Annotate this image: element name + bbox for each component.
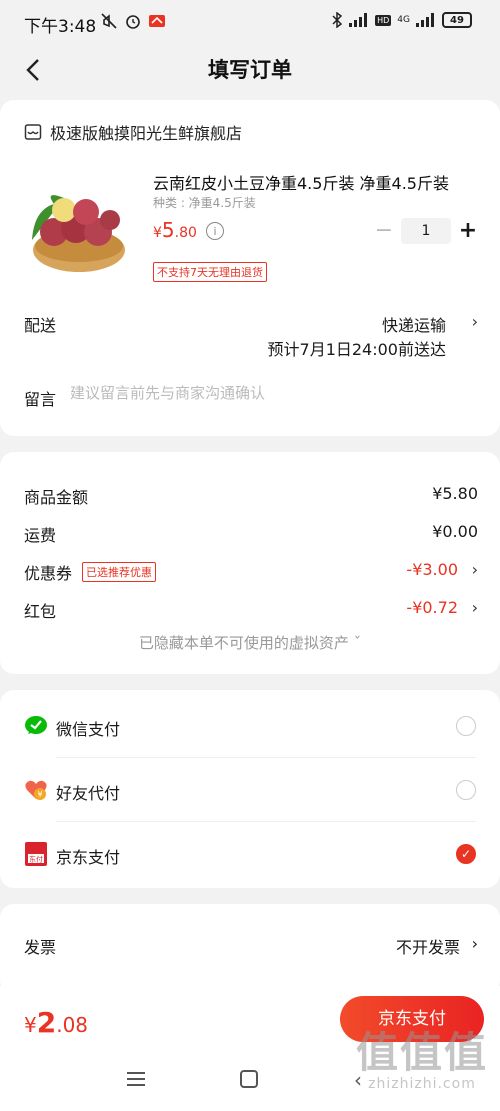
price-symbol: ¥ [153, 225, 162, 241]
note-input[interactable] [70, 384, 470, 402]
payment-method-card: 微信支付 ¥ 好友代付 东付 京东支付 ✓ [0, 690, 500, 888]
order-item-card: 极速版触摸阳光生鲜旗舰店 云南红皮小土豆净重4.5斤装 净重4.5斤装 种类 :… [0, 100, 500, 436]
redpacket-value: -¥0.72 [406, 598, 458, 617]
shipping-row: 运费 ¥0.00 [24, 522, 478, 546]
watermark-glyphs: 值值值 [355, 1028, 488, 1077]
alarm-icon [126, 15, 140, 29]
pay-option-friend[interactable]: ¥ 好友代付 [0, 758, 500, 822]
page-title: 填写订单 [208, 58, 292, 82]
delivery-eta: 预计7月1日24:00前送达 [267, 340, 446, 359]
coupon-label: 优惠券 [24, 564, 73, 583]
coupon-row[interactable]: 优惠券 已选推荐优惠 -¥3.00 › [24, 560, 478, 584]
status-bar: 下午3:48 HD 4G 49 [0, 0, 500, 46]
total-symbol: ¥ [24, 1013, 37, 1037]
mute-icon [101, 13, 117, 29]
price-info-icon[interactable]: i [206, 222, 224, 240]
coupon-chevron-icon[interactable]: › [472, 560, 478, 579]
amount-summary-card: 商品金额 ¥5.80 运费 ¥0.00 优惠券 已选推荐优惠 -¥3.00 › … [0, 452, 500, 674]
quantity-plus-button[interactable]: + [458, 218, 478, 244]
network-type: 4G [397, 15, 410, 25]
invoice-label: 发票 [24, 938, 57, 957]
delivery-label: 配送 [24, 316, 57, 335]
pay-option-wechat[interactable]: 微信支付 [0, 694, 500, 758]
status-left-icons [100, 12, 166, 30]
invoice-value[interactable]: 不开发票 [396, 934, 460, 958]
bluetooth-icon [332, 12, 343, 28]
hd-badge: HD [375, 14, 392, 26]
quantity-minus-button[interactable]: − [374, 220, 394, 244]
app-notification-icon [149, 15, 165, 27]
total-price: ¥2.08 [24, 1006, 88, 1039]
jd-pay-label: 京东支付 [56, 848, 121, 867]
jd-pay-radio-checked[interactable]: ✓ [456, 844, 476, 864]
invoice-chevron-icon[interactable]: › [472, 934, 478, 953]
jd-pay-icon-text: 东付 [29, 855, 43, 864]
total-integer: 2 [36, 1006, 57, 1039]
price-decimal: .80 [174, 225, 197, 241]
pay-option-jd[interactable]: 东付 京东支付 ✓ [0, 822, 500, 886]
total-decimal: .08 [56, 1013, 89, 1037]
home-icon[interactable] [240, 1070, 258, 1088]
redpacket-label: 红包 [24, 602, 57, 621]
product-spec: 种类 : 净重4.5斤装 [153, 196, 256, 210]
product-price: ¥5.80 [153, 218, 197, 242]
redpacket-row[interactable]: 红包 -¥0.72 › [24, 598, 478, 622]
shipping-value: ¥0.00 [432, 522, 478, 541]
store-icon [24, 124, 42, 140]
friend-pay-label: 好友代付 [56, 784, 121, 803]
wechat-pay-icon [25, 716, 47, 734]
product-name[interactable]: 云南红皮小土豆净重4.5斤装 净重4.5斤装 [153, 170, 483, 194]
watermark: 值值值 zhizhizhi.com [355, 1028, 488, 1093]
shipping-label: 运费 [24, 526, 57, 545]
battery-icon: 49 [442, 12, 472, 28]
coupon-value: -¥3.00 [406, 560, 458, 579]
store-name: 极速版触摸阳光生鲜旗舰店 [50, 124, 243, 143]
wechat-pay-radio[interactable] [456, 716, 476, 736]
goods-amount-row: 商品金额 ¥5.80 [24, 484, 478, 508]
redpacket-chevron-icon[interactable]: › [472, 598, 478, 617]
delivery-chevron-icon[interactable]: › [472, 312, 478, 331]
battery-level: 49 [450, 14, 464, 26]
watermark-url: zhizhizhi.com [368, 1076, 476, 1092]
note-label: 留言 [24, 390, 57, 409]
price-integer: 5 [161, 218, 175, 242]
friend-pay-icon: ¥ [25, 780, 47, 800]
status-time: 下午3:48 [24, 17, 97, 37]
signal-icon [349, 13, 368, 27]
delivery-method[interactable]: 快递运输 [382, 312, 446, 336]
store-header[interactable]: 极速版触摸阳光生鲜旗舰店 [24, 120, 242, 144]
friend-pay-symbol: ¥ [37, 790, 42, 799]
no-return-tag: 不支持7天无理由退货 [153, 262, 267, 282]
coupon-tag: 已选推荐优惠 [82, 562, 156, 582]
goods-amount-label: 商品金额 [24, 488, 89, 507]
wechat-pay-label: 微信支付 [56, 720, 121, 739]
signal-icon-2 [416, 13, 434, 27]
quantity-value[interactable]: 1 [401, 218, 451, 244]
friend-pay-radio[interactable] [456, 780, 476, 800]
jd-pay-icon: 东付 [25, 842, 47, 866]
status-right-icons: HD 4G 49 [331, 12, 472, 28]
menu-icon[interactable] [126, 1070, 146, 1088]
hidden-assets-toggle[interactable]: 已隐藏本单不可使用的虚拟资产 ˇ [0, 632, 500, 653]
goods-amount-value: ¥5.80 [432, 484, 478, 503]
nav-bar: 填写订单 [0, 46, 500, 94]
product-image[interactable] [24, 170, 134, 280]
invoice-card[interactable]: 发票 不开发票 › [0, 904, 500, 994]
